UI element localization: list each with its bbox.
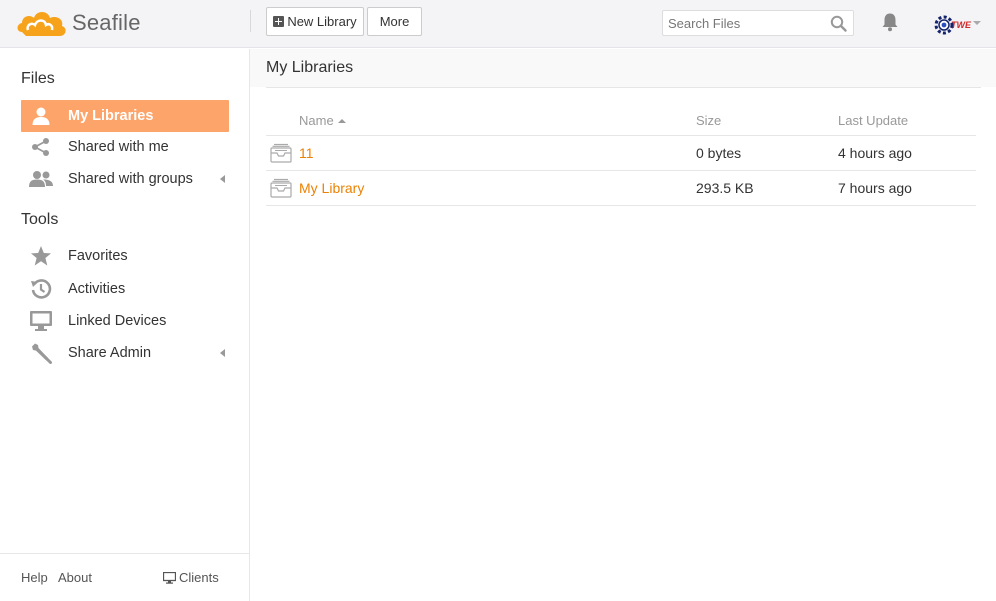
sidebar: Files My Libraries Shared with me Shared… [0,49,250,601]
column-last-update-header[interactable]: Last Update [838,113,908,128]
sort-ascending-icon [337,119,346,123]
sidebar-item-shared-with-groups[interactable]: Shared with groups [21,163,229,195]
caret-down-icon[interactable] [973,21,981,25]
title-divider [266,87,981,88]
sidebar-item-label: Activities [68,281,126,297]
table-row: My Library 293.5 KB 7 hours ago [266,171,976,206]
group-icon [28,168,54,190]
plus-icon [273,16,285,27]
search-box [662,10,854,36]
user-icon [28,105,54,127]
library-size: 293.5 KB [696,180,754,196]
about-link[interactable]: About [58,570,92,585]
library-name-link[interactable]: 11 [299,145,314,161]
sidebar-item-label: Share Admin [68,345,152,361]
sidebar-item-label: Linked Devices [68,313,167,329]
column-size-header[interactable]: Size [696,113,721,128]
library-icon [270,143,292,163]
logo-text: Seafile [72,10,141,35]
sidebar-item-my-libraries[interactable]: My Libraries [21,100,229,132]
sidebar-item-share-admin[interactable]: Share Admin [21,337,229,369]
library-size: 0 bytes [696,145,742,161]
library-icon [270,178,292,198]
libraries-table: Name Size Last Update 11 0 bytes 4 hours… [266,104,976,206]
help-link[interactable]: Help [21,570,48,585]
monitor-icon [28,310,54,332]
sidebar-item-linked-devices[interactable]: Linked Devices [21,305,229,337]
sidebar-item-label: Shared with groups [68,171,193,187]
sidebar-item-label: Favorites [68,248,128,264]
caret-left-icon[interactable] [220,175,225,183]
sidebar-item-label: My Libraries [68,108,154,124]
sidebar-item-activities[interactable]: Activities [21,273,229,305]
new-library-label: New Library [287,14,357,29]
new-library-button[interactable]: New Library [266,7,364,36]
table-header: Name Size Last Update [266,104,976,136]
library-last-update: 4 hours ago [838,145,912,161]
cloud-logo-icon [17,12,66,36]
sidebar-item-shared-with-me[interactable]: Shared with me [21,131,229,163]
table-row: 11 0 bytes 4 hours ago [266,136,976,171]
star-icon [28,245,54,267]
clients-link[interactable]: Clients [163,570,219,585]
main-title-bar: My Libraries [250,49,996,87]
desktop-icon [163,571,176,584]
search-icon[interactable] [830,15,847,32]
more-label: More [379,14,410,29]
sidebar-item-favorites[interactable]: Favorites [21,240,229,272]
library-name-link[interactable]: My Library [299,180,364,196]
search-input[interactable] [668,12,828,34]
caret-left-icon[interactable] [220,349,225,357]
top-header: Seafile New Library More TWE [0,0,996,48]
sidebar-item-label: Shared with me [68,139,169,155]
files-heading: Files [21,70,55,87]
clients-label: Clients [179,570,219,585]
avatar-text: TWE [951,20,971,30]
more-button[interactable]: More [367,7,422,36]
column-name-label: Name [299,113,334,128]
library-last-update: 7 hours ago [838,180,912,196]
history-icon [28,278,54,300]
column-name-header[interactable]: Name [299,113,346,128]
sidebar-footer: Help About Clients [0,553,249,601]
seafile-logo[interactable]: Seafile [16,6,141,40]
bell-icon[interactable] [880,12,900,32]
tools-heading: Tools [21,211,59,228]
header-divider [250,10,251,32]
page-title: My Libraries [266,59,354,76]
wrench-icon [28,342,54,364]
avatar[interactable]: TWE [933,14,971,36]
share-icon [28,136,54,158]
